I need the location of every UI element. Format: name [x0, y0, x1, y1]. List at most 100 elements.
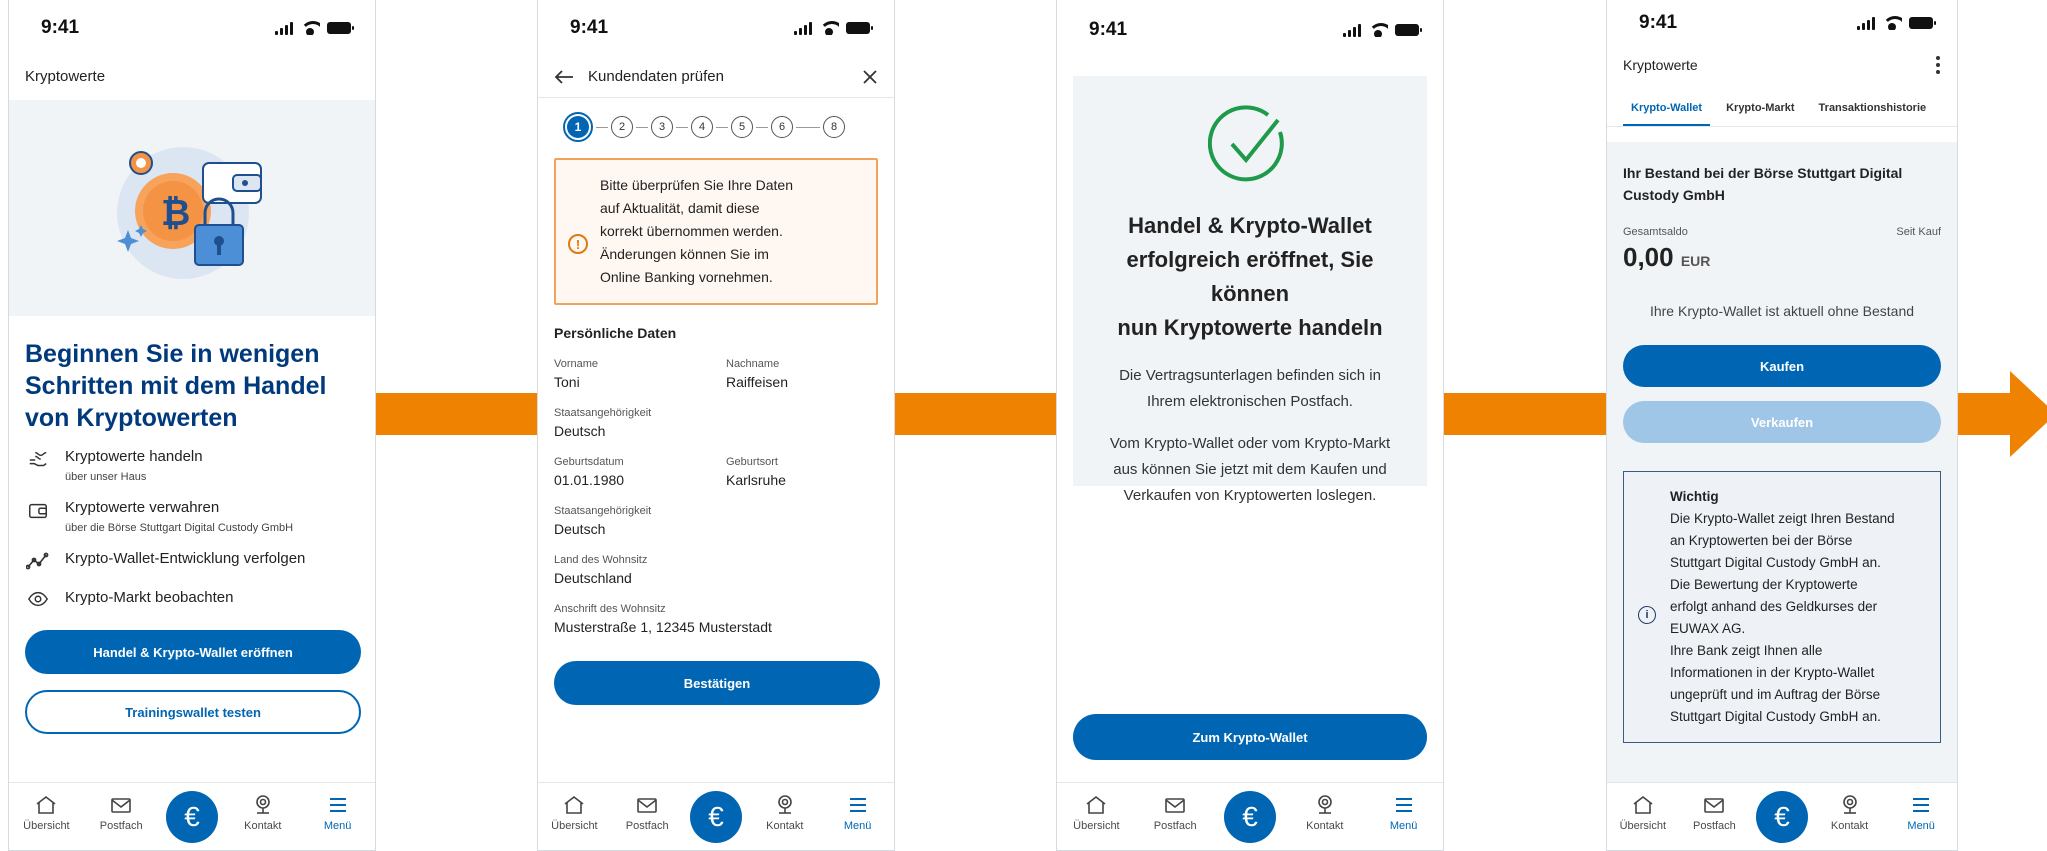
contact-icon	[1317, 795, 1332, 814]
flow-arrow-2	[895, 393, 1056, 435]
wallet-icon	[25, 499, 51, 534]
back-arrow-icon[interactable]	[554, 69, 574, 85]
open-wallet-button[interactable]: Handel & Krypto-Wallet eröffnen	[25, 630, 361, 674]
tab-overview[interactable]: Übersicht	[16, 793, 76, 832]
tab-menu[interactable]: Menü	[308, 793, 368, 832]
tab-menu[interactable]: Menü	[828, 793, 888, 832]
mail-icon	[1704, 798, 1725, 813]
tab-overview[interactable]: Übersicht	[544, 793, 604, 832]
tab-transaktionshistorie[interactable]: Transaktionshistorie	[1811, 90, 1935, 126]
tab-overview[interactable]: Übersicht	[1613, 793, 1673, 832]
step: 3	[651, 116, 673, 138]
screen-onboarding: 9:41 Kryptowerte ₿ Beginnen Sie in wenig…	[8, 0, 376, 851]
success-headline: Handel & Krypto-Wallet erfolgreich eröff…	[1117, 213, 1383, 340]
signal-icon	[1857, 16, 1875, 30]
saldo-label: Gesamtsaldo	[1623, 226, 1688, 238]
battery-icon	[327, 22, 354, 34]
step: 4	[691, 116, 713, 138]
info-text: Wichtig Die Krypto-Wallet zeigt Ihren Be…	[1670, 489, 1895, 724]
tab-contact[interactable]: Kontakt	[755, 793, 815, 832]
header-left: Kundendaten prüfen	[554, 68, 724, 85]
bottom-tabbar: Übersicht Postfach € Kontakt Menü	[9, 782, 375, 850]
screen-check-customer-data: 9:41 Kundendaten prüfen 1 2 3 4 5 6 8 ! …	[537, 0, 895, 851]
tab-label: Postfach	[625, 820, 669, 832]
tab-label: Übersicht	[1619, 820, 1667, 832]
field-birthplace: Geburtsort Karlsruhe	[726, 456, 786, 488]
svg-text:₿: ₿	[161, 193, 190, 234]
status-time: 9:41	[1089, 19, 1128, 40]
tab-postbox[interactable]: Postfach	[1684, 793, 1744, 832]
onboarding-headline: Beginnen Sie in wenigen Schritten mit de…	[25, 340, 327, 432]
tab-contact[interactable]: Kontakt	[1820, 793, 1880, 832]
saldo-value: 0,00 EUR	[1623, 242, 1711, 272]
tab-postbox[interactable]: Postfach	[1145, 793, 1205, 832]
euro-action-button[interactable]: €	[165, 791, 218, 843]
euro-action-button[interactable]: €	[689, 791, 742, 843]
menu-icon	[329, 798, 346, 812]
status-time: 9:41	[570, 17, 609, 38]
feature-title: Kryptowerte verwahren	[65, 499, 220, 516]
status-time: 9:41	[1639, 12, 1678, 33]
status-icons	[1343, 23, 1422, 37]
step: 5	[731, 116, 753, 138]
battery-icon	[846, 22, 873, 34]
close-icon[interactable]	[862, 69, 878, 85]
tab-krypto-wallet[interactable]: Krypto-Wallet	[1623, 90, 1711, 126]
flow-arrow-4	[1958, 393, 2012, 435]
feature-track: Krypto-Wallet-Entwicklung verfolgen	[9, 550, 375, 571]
contact-icon	[255, 795, 270, 814]
tab-label: Postfach	[1153, 820, 1197, 832]
app-header: Kryptowerte	[9, 56, 375, 96]
tab-label: Menü	[323, 820, 352, 832]
signal-icon	[1343, 23, 1361, 37]
tab-postbox[interactable]: Postfach	[617, 793, 677, 832]
status-bar: 9:41	[1057, 0, 1443, 60]
field-nationality: Staatsangehörigkeit Deutsch	[554, 407, 652, 439]
contact-icon	[1842, 795, 1857, 814]
saldo-currency: EUR	[1680, 253, 1711, 269]
status-bar: 9:41	[1607, 0, 1957, 46]
section-title: Persönliche Daten	[554, 325, 677, 341]
battery-icon	[1909, 17, 1936, 29]
tab-menu[interactable]: Menü	[1374, 793, 1434, 832]
tab-overview[interactable]: Übersicht	[1066, 793, 1126, 832]
euro-action-button[interactable]: €	[1755, 791, 1808, 843]
menu-icon	[1913, 798, 1930, 812]
personal-data-grid: Vorname Toni Nachname Raiffeisen Staatsang…	[538, 341, 894, 635]
flow-arrow-3	[1444, 393, 1606, 435]
tab-label: Menü	[1389, 820, 1418, 832]
mail-icon	[111, 798, 131, 813]
more-vertical-icon[interactable]	[1935, 55, 1941, 75]
signal-icon	[275, 21, 293, 35]
flow-arrow-1	[376, 393, 537, 435]
crypto-safe-illustration: ₿	[117, 147, 262, 279]
screen-success: 9:41 Handel & Krypto-Wallet erfolgreich …	[1056, 0, 1444, 851]
page-title: Kryptowerte	[25, 67, 106, 85]
confirm-button[interactable]: Bestätigen	[554, 661, 880, 705]
feature-custody: Kryptowerte verwahren über die Börse Stut…	[9, 499, 375, 534]
screen-crypto-wallet: 9:41 Kryptowerte Krypto-Wallet Krypto-Ma…	[1606, 0, 1958, 851]
page-title: Kryptowerte	[1623, 57, 1698, 73]
progress-stepper: 1 2 3 4 5 6 8	[538, 98, 894, 154]
buy-button[interactable]: Kaufen	[1623, 345, 1941, 387]
empty-wallet-text: Ihre Krypto-Wallet ist aktuell ohne Best…	[1649, 303, 1915, 319]
bottom-tabbar: Übersicht Postfach € Kontakt Menü	[1607, 782, 1957, 850]
tab-krypto-markt[interactable]: Krypto-Markt	[1718, 90, 1802, 126]
tab-menu[interactable]: Menü	[1891, 793, 1951, 832]
tab-label: Übersicht	[551, 820, 598, 832]
since-purchase-label: Seit Kauf	[1896, 226, 1941, 238]
tab-postbox[interactable]: Postfach	[91, 793, 151, 832]
to-wallet-button[interactable]: Zum Krypto-Wallet	[1073, 714, 1427, 760]
sell-button[interactable]: Verkaufen	[1623, 401, 1941, 443]
tab-contact[interactable]: Kontakt	[233, 793, 293, 832]
euro-action-button[interactable]: €	[1223, 791, 1276, 843]
wifi-icon	[1368, 23, 1388, 37]
success-card: Handel & Krypto-Wallet erfolgreich eröff…	[1073, 76, 1427, 504]
hero-illustration: ₿	[9, 100, 375, 316]
tab-contact[interactable]: Kontakt	[1295, 793, 1355, 832]
menu-icon	[849, 798, 866, 812]
training-wallet-button[interactable]: Trainingswallet testen	[25, 690, 361, 734]
tab-label: Menü	[843, 820, 872, 832]
status-time: 9:41	[41, 17, 80, 38]
bottom-tabbar: Übersicht Postfach € Kontakt Menü	[1057, 782, 1443, 850]
